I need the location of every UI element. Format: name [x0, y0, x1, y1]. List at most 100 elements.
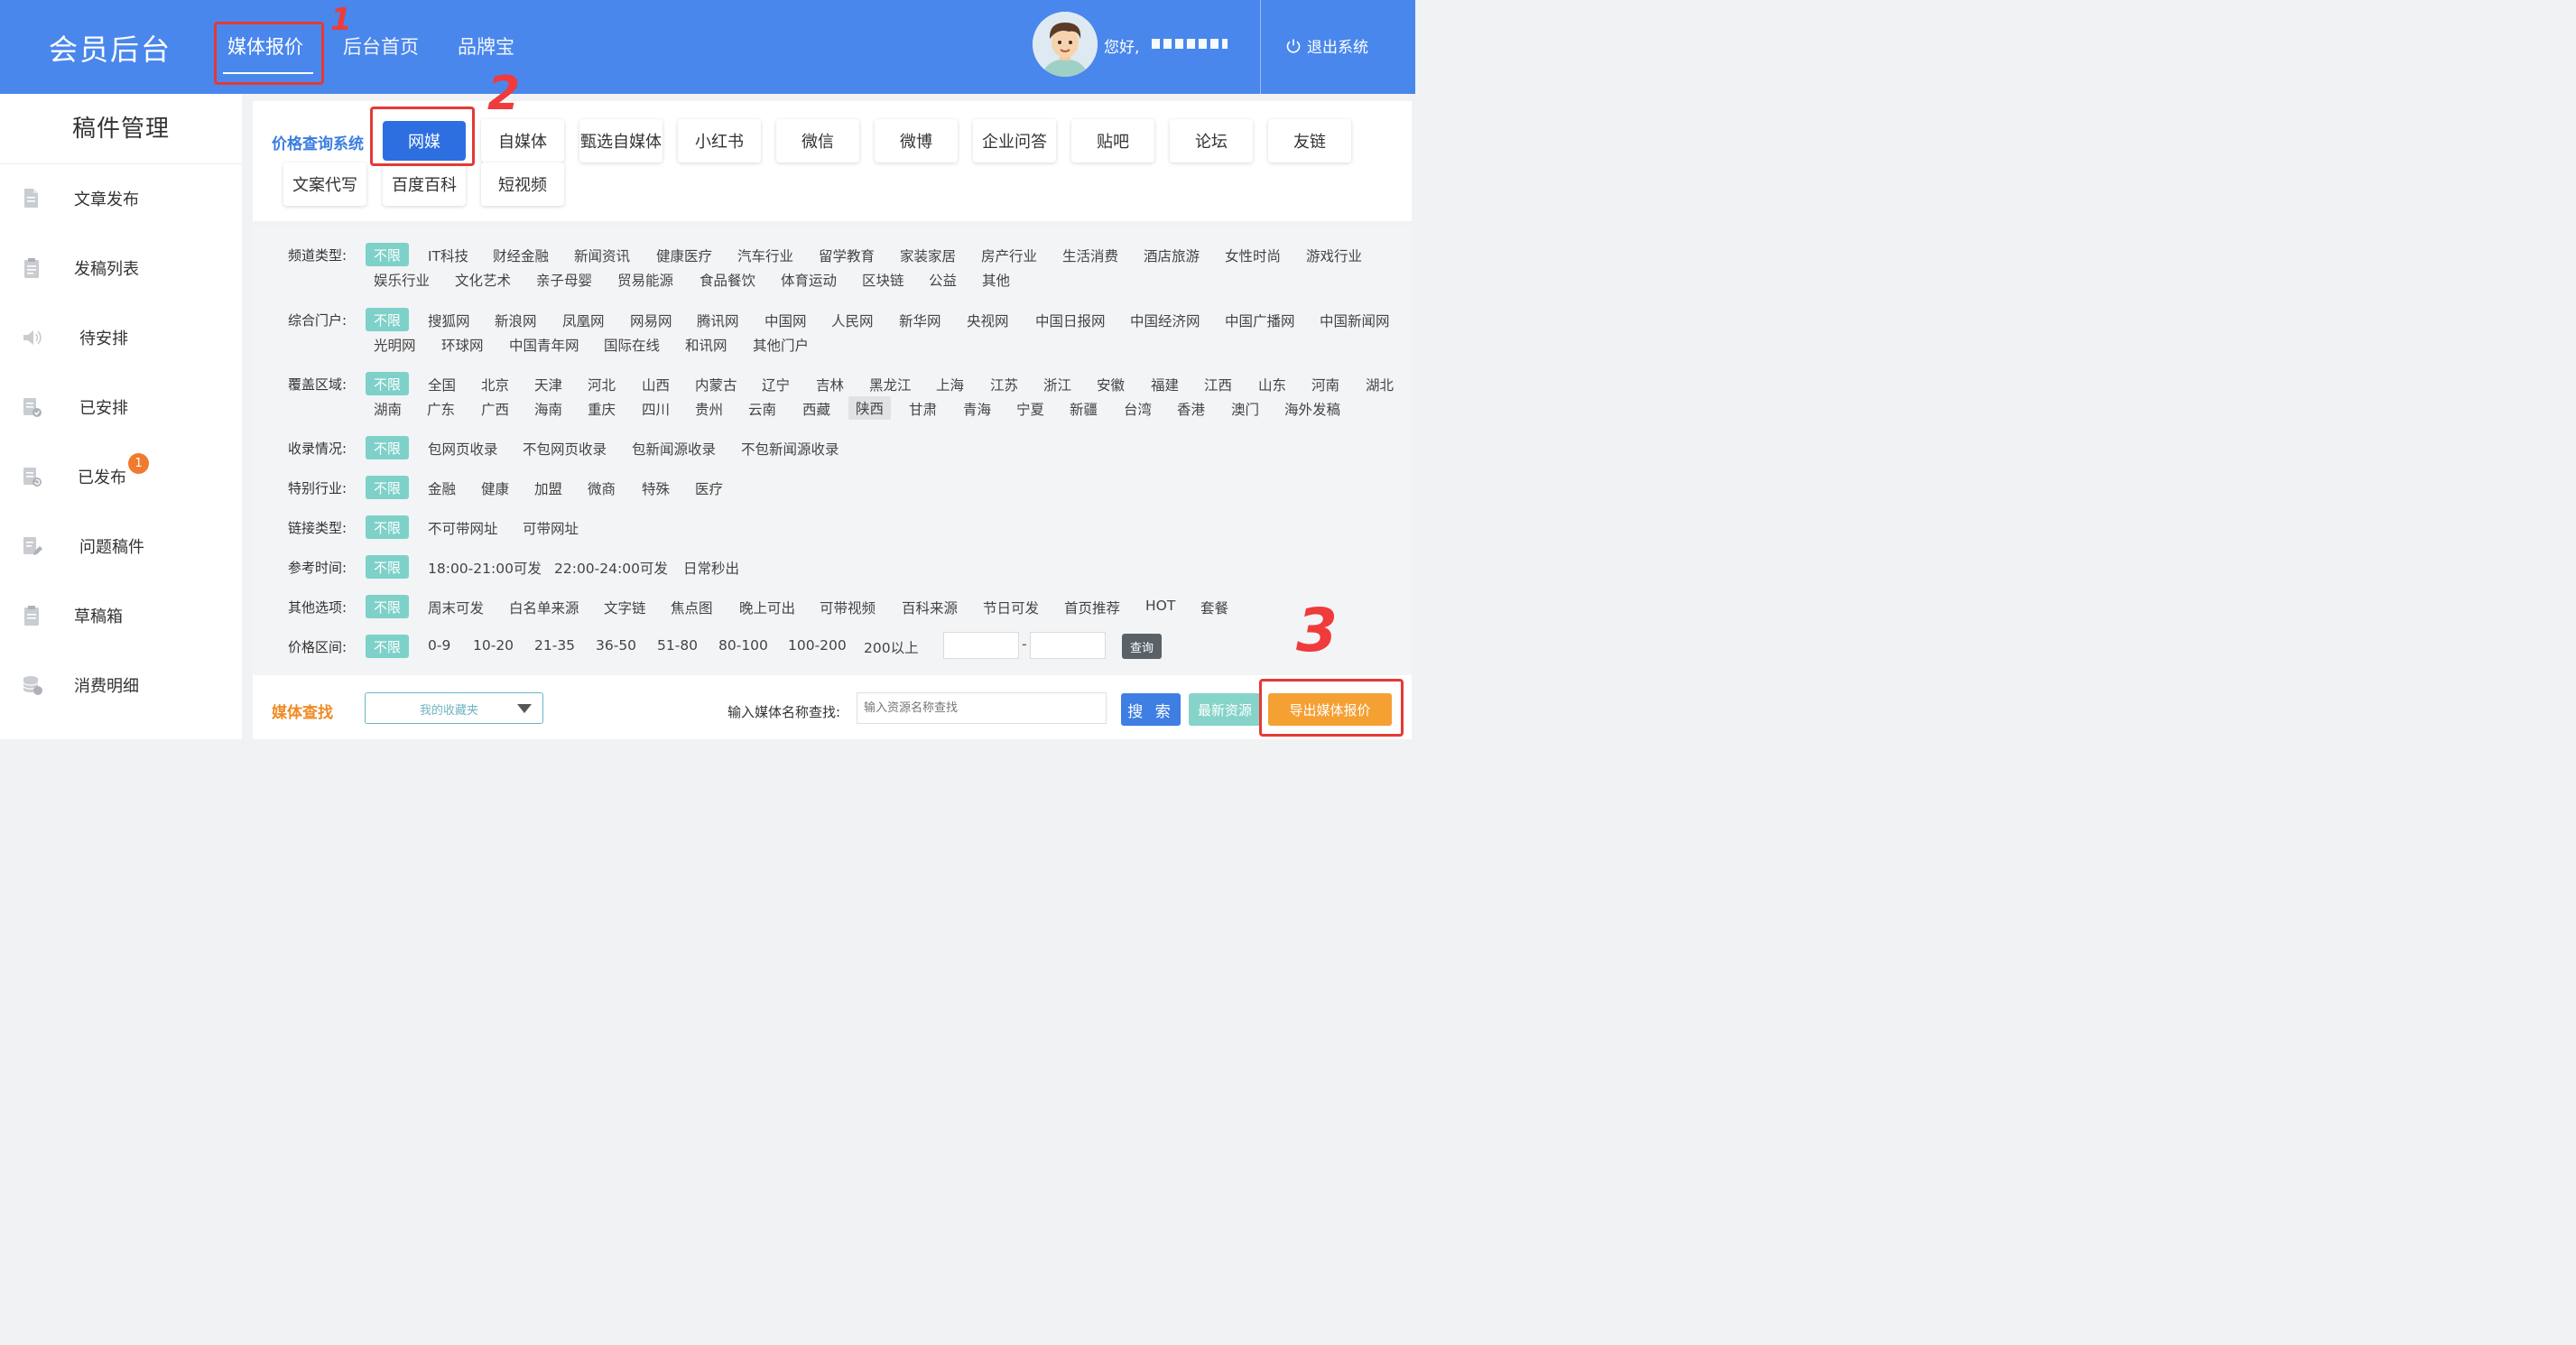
filter-option[interactable]: 房产行业 [981, 246, 1037, 265]
filter-option[interactable]: 安徽 [1097, 375, 1125, 394]
filter-option[interactable]: 10-20 [473, 637, 514, 654]
filter-option[interactable]: 西藏 [802, 399, 830, 419]
category-button-8[interactable]: 贴吧 [1071, 119, 1154, 162]
filter-option[interactable]: 凤凰网 [562, 311, 605, 330]
favorites-dropdown[interactable]: 我的收藏夹 [365, 692, 543, 724]
filter-all-tag[interactable]: 不限 [366, 515, 409, 539]
filter-option[interactable]: 首页推荐 [1064, 598, 1120, 617]
filter-option[interactable]: 黑龙江 [869, 375, 912, 394]
filter-option[interactable]: 环球网 [441, 335, 484, 355]
filter-option[interactable]: 江苏 [990, 375, 1018, 394]
filter-option[interactable]: 特殊 [642, 478, 670, 498]
filter-option[interactable]: 食品餐饮 [700, 270, 755, 290]
filter-option[interactable]: 陕西 [848, 396, 892, 420]
filter-option[interactable]: 51-80 [657, 637, 698, 654]
category-button-9[interactable]: 论坛 [1170, 119, 1253, 162]
filter-option[interactable]: 金融 [428, 478, 456, 498]
category-button-5[interactable]: 微信 [776, 119, 859, 162]
filter-option[interactable]: 酒店旅游 [1144, 246, 1200, 265]
filter-option[interactable]: 福建 [1151, 375, 1179, 394]
filter-option[interactable]: 宁夏 [1016, 399, 1044, 419]
price-query-button[interactable]: 查询 [1122, 634, 1162, 659]
filter-option[interactable]: 内蒙古 [695, 375, 737, 394]
category-button-7[interactable]: 企业问答 [973, 119, 1056, 162]
filter-option[interactable]: 晚上可出 [739, 598, 795, 617]
filter-option[interactable]: 微商 [588, 478, 616, 498]
filter-all-tag[interactable]: 不限 [366, 476, 409, 499]
filter-option[interactable]: 云南 [748, 399, 776, 419]
filter-option[interactable]: 36-50 [596, 637, 636, 654]
sidebar-item-1[interactable]: 文章发布 [0, 172, 242, 226]
filter-option[interactable]: 中国经济网 [1130, 311, 1200, 330]
filter-option[interactable]: 河南 [1311, 375, 1339, 394]
filter-option[interactable]: 百科来源 [902, 598, 958, 617]
search-button[interactable]: 搜 索 [1121, 693, 1181, 726]
filter-option[interactable]: 200以上 [864, 637, 919, 657]
filter-option[interactable]: 搜狐网 [428, 311, 470, 330]
filter-option[interactable]: 中国青年网 [509, 335, 579, 355]
filter-option[interactable]: 焦点图 [671, 598, 713, 617]
filter-option[interactable]: 甘肃 [909, 399, 937, 419]
filter-option[interactable]: 体育运动 [781, 270, 837, 290]
logout-button[interactable]: 退出系统 [1285, 34, 1368, 57]
filter-option[interactable]: 21-35 [534, 637, 575, 654]
filter-option[interactable]: 海外发稿 [1284, 399, 1340, 419]
filter-option[interactable]: 娱乐行业 [374, 270, 430, 290]
latest-resources-button[interactable]: 最新资源 [1189, 693, 1261, 726]
filter-option[interactable]: 18:00-21:00可发 [428, 558, 542, 578]
filter-option[interactable]: 四川 [642, 399, 670, 419]
nav-brand-treasure[interactable]: 品牌宝 [458, 32, 514, 60]
filter-option[interactable]: 中国网 [764, 311, 807, 330]
filter-option[interactable]: 周末可发 [428, 598, 484, 617]
category-button-10[interactable]: 友链 [1268, 119, 1351, 162]
filter-option[interactable]: 套餐 [1200, 598, 1228, 617]
filter-option[interactable]: 上海 [936, 375, 964, 394]
media-name-search-input[interactable] [857, 692, 1107, 724]
filter-option[interactable]: 女性时尚 [1225, 246, 1281, 265]
filter-option[interactable]: 医疗 [695, 478, 723, 498]
filter-option[interactable]: 其他 [982, 270, 1010, 290]
sidebar-item-6[interactable]: 问题稿件 [0, 519, 242, 573]
filter-option[interactable]: 其他门户 [753, 335, 809, 355]
filter-option[interactable]: 江西 [1204, 375, 1232, 394]
filter-option[interactable]: 海南 [534, 399, 562, 419]
filter-option[interactable]: 光明网 [374, 335, 416, 355]
sidebar-item-5[interactable]: 已发布 1 [0, 450, 242, 504]
filter-option[interactable]: 湖北 [1366, 375, 1394, 394]
filter-option[interactable]: 河北 [588, 375, 616, 394]
nav-dashboard-home[interactable]: 后台首页 [343, 32, 419, 60]
category-button-4[interactable]: 小红书 [678, 119, 761, 162]
filter-option[interactable]: 财经金融 [493, 246, 549, 265]
filter-option[interactable]: 北京 [481, 375, 509, 394]
filter-option[interactable]: 台湾 [1124, 399, 1152, 419]
filter-option[interactable]: 不可带网址 [428, 518, 498, 538]
filter-option[interactable]: 辽宁 [762, 375, 790, 394]
price-max-input[interactable] [1030, 632, 1106, 659]
filter-option[interactable]: 山西 [642, 375, 670, 394]
filter-option[interactable]: 和讯网 [685, 335, 727, 355]
category-button-6[interactable]: 微博 [875, 119, 958, 162]
filter-all-tag[interactable]: 不限 [366, 308, 409, 331]
filter-option[interactable]: 公益 [929, 270, 957, 290]
filter-option[interactable]: 青海 [963, 399, 991, 419]
sidebar-item-4[interactable]: 已安排 [0, 380, 242, 434]
filter-option[interactable]: 网易网 [630, 311, 672, 330]
filter-option[interactable]: 重庆 [588, 399, 616, 419]
filter-option[interactable]: 央视网 [967, 311, 1009, 330]
filter-option[interactable]: 天津 [534, 375, 562, 394]
filter-option[interactable]: 加盟 [534, 478, 562, 498]
filter-option[interactable]: 节日可发 [983, 598, 1039, 617]
filter-option[interactable]: 不包新闻源收录 [741, 439, 839, 459]
filter-option[interactable]: 留学教育 [819, 246, 875, 265]
filter-option[interactable]: 可带网址 [523, 518, 579, 538]
sidebar-item-3[interactable]: 待安排 [0, 311, 242, 365]
filter-option[interactable]: 亲子母婴 [536, 270, 592, 290]
filter-option[interactable]: 可带视频 [820, 598, 876, 617]
filter-option[interactable]: 浙江 [1043, 375, 1071, 394]
filter-option[interactable]: 香港 [1177, 399, 1205, 419]
filter-all-tag[interactable]: 不限 [366, 372, 409, 395]
filter-option[interactable]: 日常秒出 [683, 558, 739, 578]
filter-all-tag[interactable]: 不限 [366, 436, 409, 459]
filter-option[interactable]: 100-200 [788, 637, 847, 654]
filter-option[interactable]: 0-9 [428, 637, 450, 654]
